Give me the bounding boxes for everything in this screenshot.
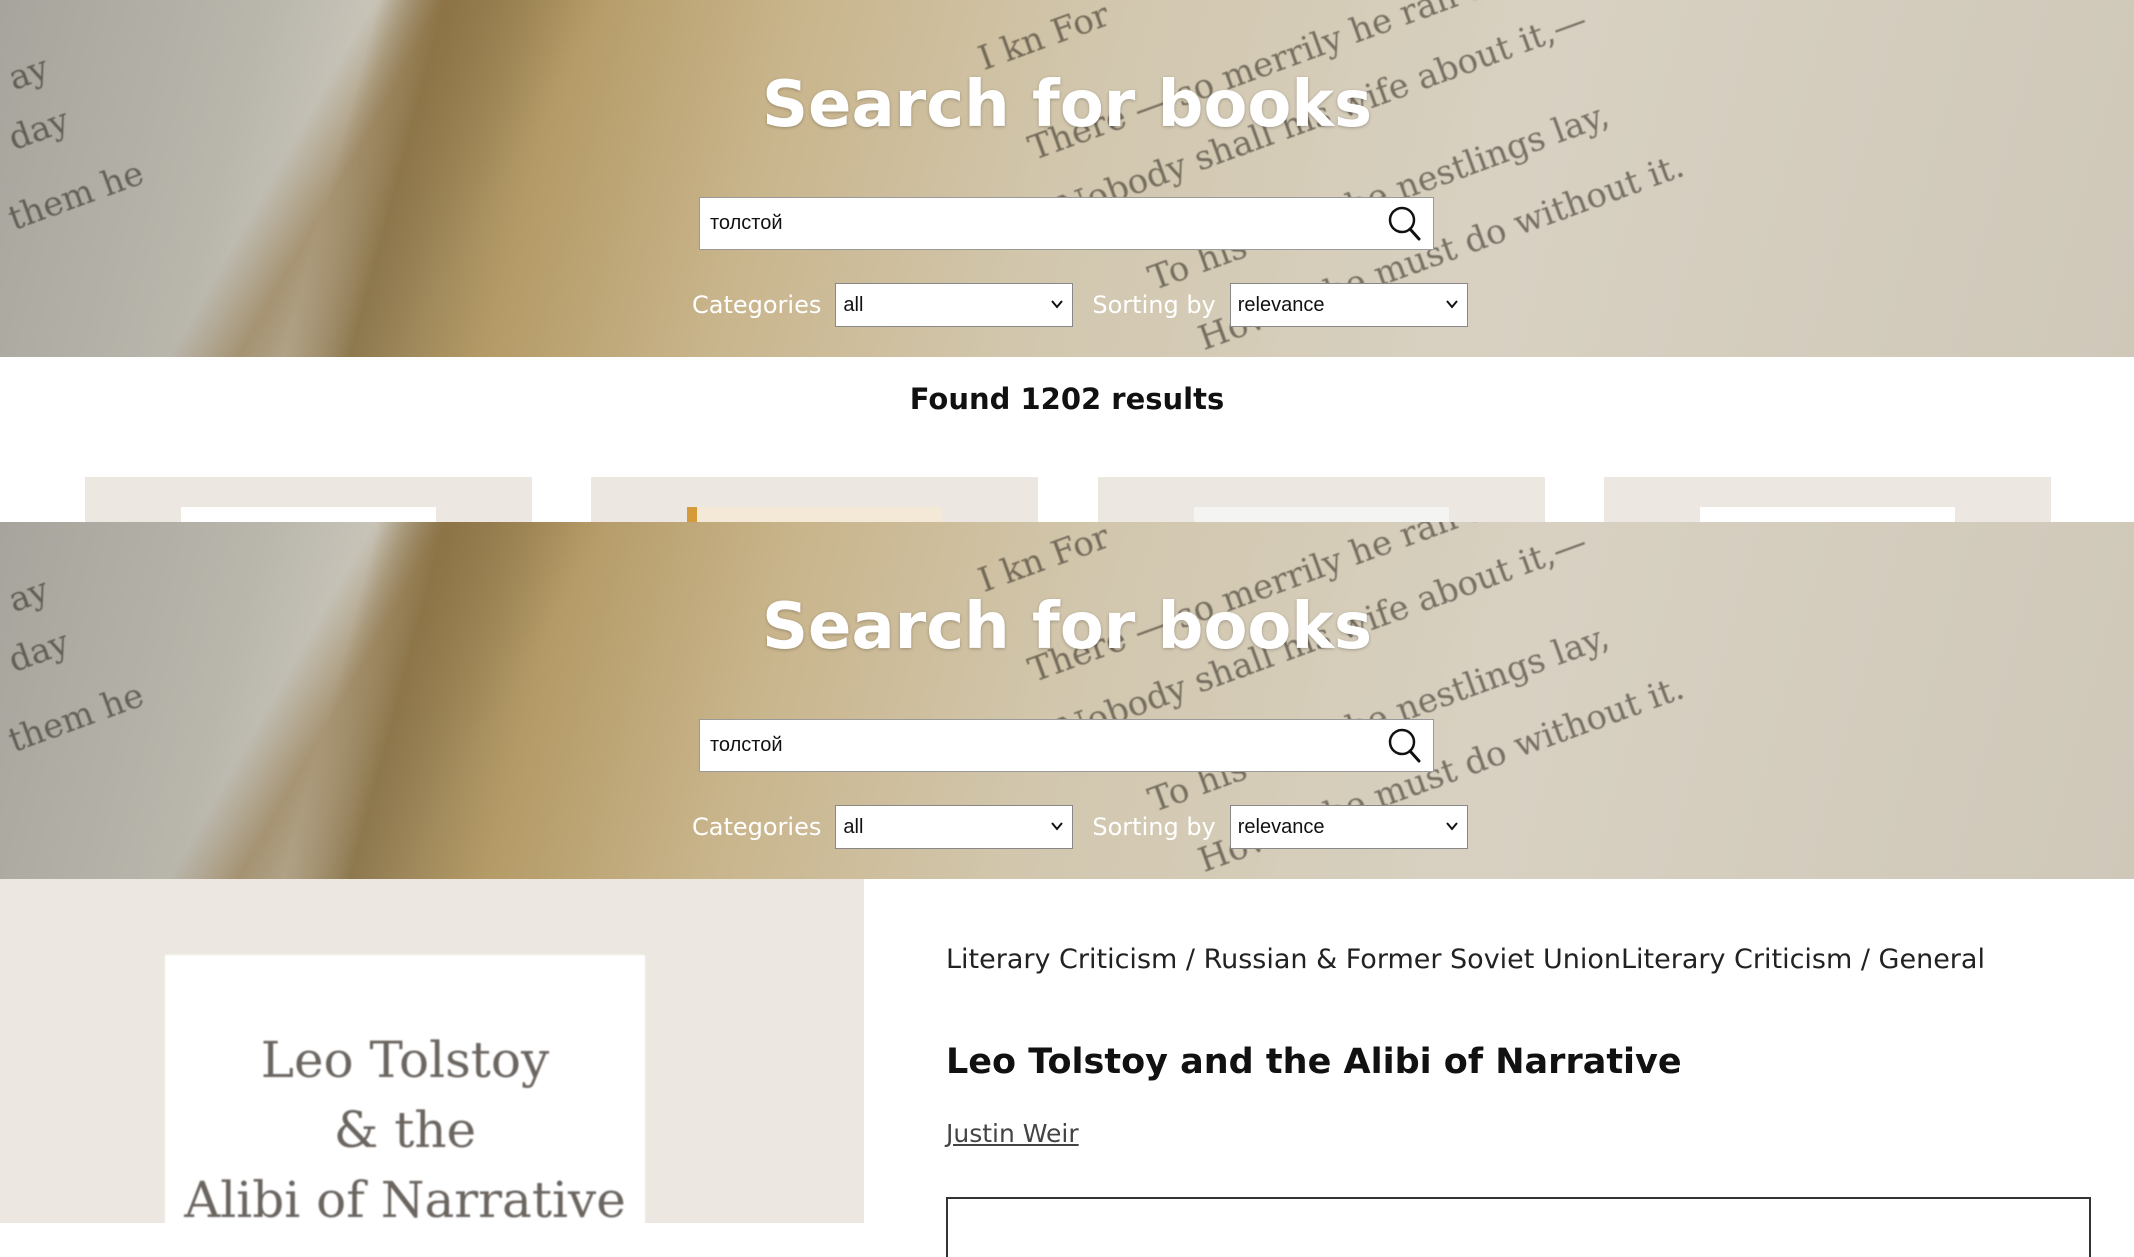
sorting-select[interactable]: relevance bbox=[1229, 283, 1468, 327]
book-cover-panel: Leo Tolstoy & the Alibi of Narrative bbox=[0, 879, 864, 1255]
search-box bbox=[699, 719, 1434, 772]
search-input[interactable] bbox=[700, 198, 1370, 249]
search-box bbox=[699, 197, 1434, 250]
book-card[interactable] bbox=[591, 477, 1038, 522]
sorting-label: Sorting by bbox=[1092, 291, 1216, 319]
categories-label: Categories bbox=[692, 813, 822, 841]
chevron-down-icon bbox=[1445, 822, 1458, 831]
page-title: Search for books bbox=[761, 590, 1373, 664]
sorting-label: Sorting by bbox=[1092, 813, 1216, 841]
hero-header: I kn For There — so merrily he ran away … bbox=[0, 522, 2134, 879]
book-card[interactable] bbox=[1098, 477, 1545, 522]
results-count: Found 1202 results bbox=[909, 382, 1225, 416]
sorting-select[interactable]: relevance bbox=[1229, 805, 1468, 849]
book-author-link[interactable]: Justin Weir bbox=[946, 1119, 1079, 1148]
book-cover-thumbnail bbox=[1194, 507, 1449, 522]
book-cover-thumbnail bbox=[687, 507, 942, 522]
categories-select-value: all bbox=[843, 293, 864, 316]
page-title: Search for books bbox=[761, 68, 1373, 142]
search-button[interactable] bbox=[1385, 725, 1425, 765]
filters-bar: Categories all Sorting by relevance bbox=[692, 805, 1487, 849]
sorting-select-value: relevance bbox=[1237, 815, 1325, 838]
book-cover-thumbnail bbox=[1700, 507, 1955, 522]
hero-header: I kn For There — so merrily he ran away … bbox=[0, 0, 2134, 357]
book-categories: Literary Criticism / Russian & Former So… bbox=[946, 944, 1985, 975]
categories-select[interactable]: all bbox=[835, 283, 1074, 327]
search-icon bbox=[1388, 728, 1421, 763]
cover-line: Alibi of Narrative bbox=[184, 1171, 626, 1229]
book-description-box bbox=[946, 1197, 2091, 1257]
cover-line: Leo Tolstoy bbox=[260, 1031, 550, 1089]
book-title: Leo Tolstoy and the Alibi of Narrative bbox=[946, 1042, 1682, 1082]
cover-line: & the bbox=[333, 1101, 477, 1159]
categories-select[interactable]: all bbox=[835, 805, 1074, 849]
book-card[interactable] bbox=[1604, 477, 2051, 522]
book-cover-image: Leo Tolstoy & the Alibi of Narrative bbox=[165, 955, 645, 1255]
sorting-select-value: relevance bbox=[1237, 293, 1325, 316]
book-info-panel: Literary Criticism / Russian & Former So… bbox=[864, 879, 2134, 1257]
search-input[interactable] bbox=[700, 720, 1370, 771]
chevron-down-icon bbox=[1051, 300, 1064, 309]
search-button[interactable] bbox=[1385, 203, 1425, 243]
search-icon bbox=[1388, 206, 1421, 241]
book-card[interactable] bbox=[85, 477, 532, 522]
chevron-down-icon bbox=[1445, 300, 1458, 309]
book-cover-thumbnail bbox=[181, 507, 436, 522]
categories-select-value: all bbox=[843, 815, 864, 838]
filters-bar: Categories all Sorting by relevance bbox=[692, 283, 1487, 327]
categories-label: Categories bbox=[692, 291, 822, 319]
chevron-down-icon bbox=[1051, 822, 1064, 831]
